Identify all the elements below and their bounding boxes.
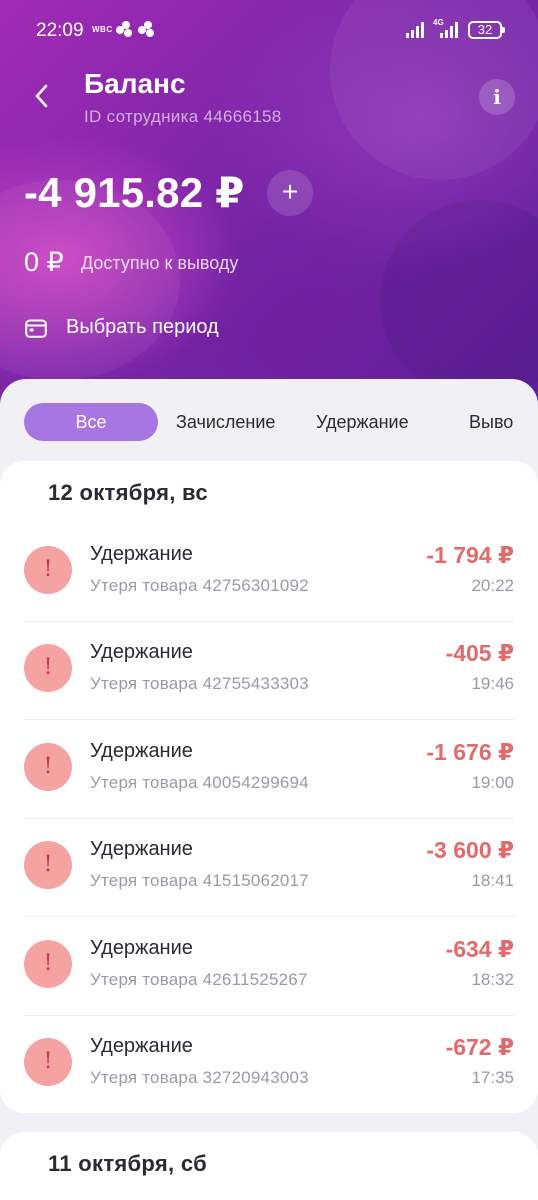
status-bar: 22:09 WBC 4G 32	[0, 0, 538, 60]
transaction-description: Утеря товара 41515062017	[90, 871, 309, 890]
transaction-time: 17:35	[471, 1068, 514, 1087]
transaction-title: Удержание	[90, 1035, 193, 1057]
group-date: 11 октября, сб	[48, 1151, 207, 1176]
transaction-description: Утеря товара 42756301092	[90, 576, 309, 595]
group-date: 12 октября, вс	[48, 480, 208, 505]
transaction-description: Утеря товара 42611525267	[90, 970, 308, 989]
transaction-group: 11 октября, сб	[0, 1132, 538, 1200]
available-label: Доступно к выводу	[81, 253, 239, 273]
calendar-icon	[25, 319, 47, 338]
transaction-amount: -1 794 ₽	[426, 542, 514, 568]
transaction-amount: -3 600 ₽	[426, 837, 514, 863]
transaction-time: 19:00	[471, 773, 514, 792]
divider	[24, 719, 514, 720]
status-carrier: WBC	[92, 25, 113, 34]
transaction-row[interactable]: ! Удержание Утеря товара 40054299694 -1 …	[24, 721, 514, 819]
transaction-time: 18:41	[471, 871, 514, 890]
transaction-amount: -1 676 ₽	[426, 739, 514, 765]
status-time: 22:09	[36, 20, 84, 41]
transaction-row[interactable]: ! Удержание Утеря товара 32720943003 -67…	[24, 1016, 514, 1114]
transaction-title: Удержание	[90, 543, 193, 565]
info-button[interactable]: i	[479, 79, 515, 115]
signal-icon	[406, 22, 430, 38]
select-period-button[interactable]: Выбрать период	[66, 316, 219, 339]
transaction-row[interactable]: ! Удержание Утеря товара 42756301092 -1 …	[24, 524, 514, 622]
battery-icon: 32	[468, 21, 505, 39]
signal-icon	[440, 22, 464, 38]
transaction-time: 18:32	[471, 970, 514, 989]
tab-deduction[interactable]: Удержание	[316, 403, 409, 441]
transaction-description: Утеря товара 32720943003	[90, 1068, 309, 1087]
employee-id: ID сотрудника 44666158	[84, 107, 282, 126]
chevron-left-icon	[35, 84, 48, 108]
balance-amount: -4 915.82 ₽	[24, 169, 245, 216]
transaction-amount: -672 ₽	[445, 1034, 514, 1060]
notification-icon	[114, 20, 162, 40]
tab-credit[interactable]: Зачисление	[176, 403, 275, 441]
transaction-time: 19:46	[471, 674, 514, 693]
transaction-title: Удержание	[90, 641, 193, 663]
page-title: Баланс	[84, 68, 186, 99]
transaction-amount: -405 ₽	[445, 640, 514, 666]
exclamation-icon: !	[24, 644, 72, 692]
transaction-amount: -634 ₽	[445, 936, 514, 962]
add-button[interactable]: +	[267, 170, 313, 216]
decor-shape	[380, 200, 538, 400]
tab-withdrawal[interactable]: Выво	[469, 403, 513, 441]
exclamation-icon: !	[24, 743, 72, 791]
transaction-row[interactable]: ! Удержание Утеря товара 41515062017 -3 …	[24, 819, 514, 917]
tab-all[interactable]: Все	[24, 403, 158, 441]
exclamation-icon: !	[24, 841, 72, 889]
transaction-title: Удержание	[90, 838, 193, 860]
exclamation-icon: !	[24, 1038, 72, 1086]
exclamation-icon: !	[24, 546, 72, 594]
transaction-row[interactable]: ! Удержание Утеря товара 42611525267 -63…	[24, 918, 514, 1016]
transaction-title: Удержание	[90, 740, 193, 762]
transaction-title: Удержание	[90, 937, 193, 959]
transaction-description: Утеря товара 42755433303	[90, 674, 309, 693]
exclamation-icon: !	[24, 940, 72, 988]
available-amount: 0 ₽	[24, 247, 64, 277]
back-button[interactable]	[24, 78, 60, 114]
transaction-row[interactable]: ! Удержание Утеря товара 42755433303 -40…	[24, 622, 514, 720]
transaction-group: 12 октября, вс ! Удержание Утеря товара …	[0, 461, 538, 1113]
transaction-description: Утеря товара 40054299694	[90, 773, 309, 792]
transaction-time: 20:22	[471, 576, 514, 595]
divider	[24, 916, 514, 917]
filter-tabs: Все Зачисление Удержание Выво	[0, 403, 538, 443]
balance-header: 22:09 WBC 4G 32 Баланс ID сотрудника 446…	[0, 0, 538, 420]
